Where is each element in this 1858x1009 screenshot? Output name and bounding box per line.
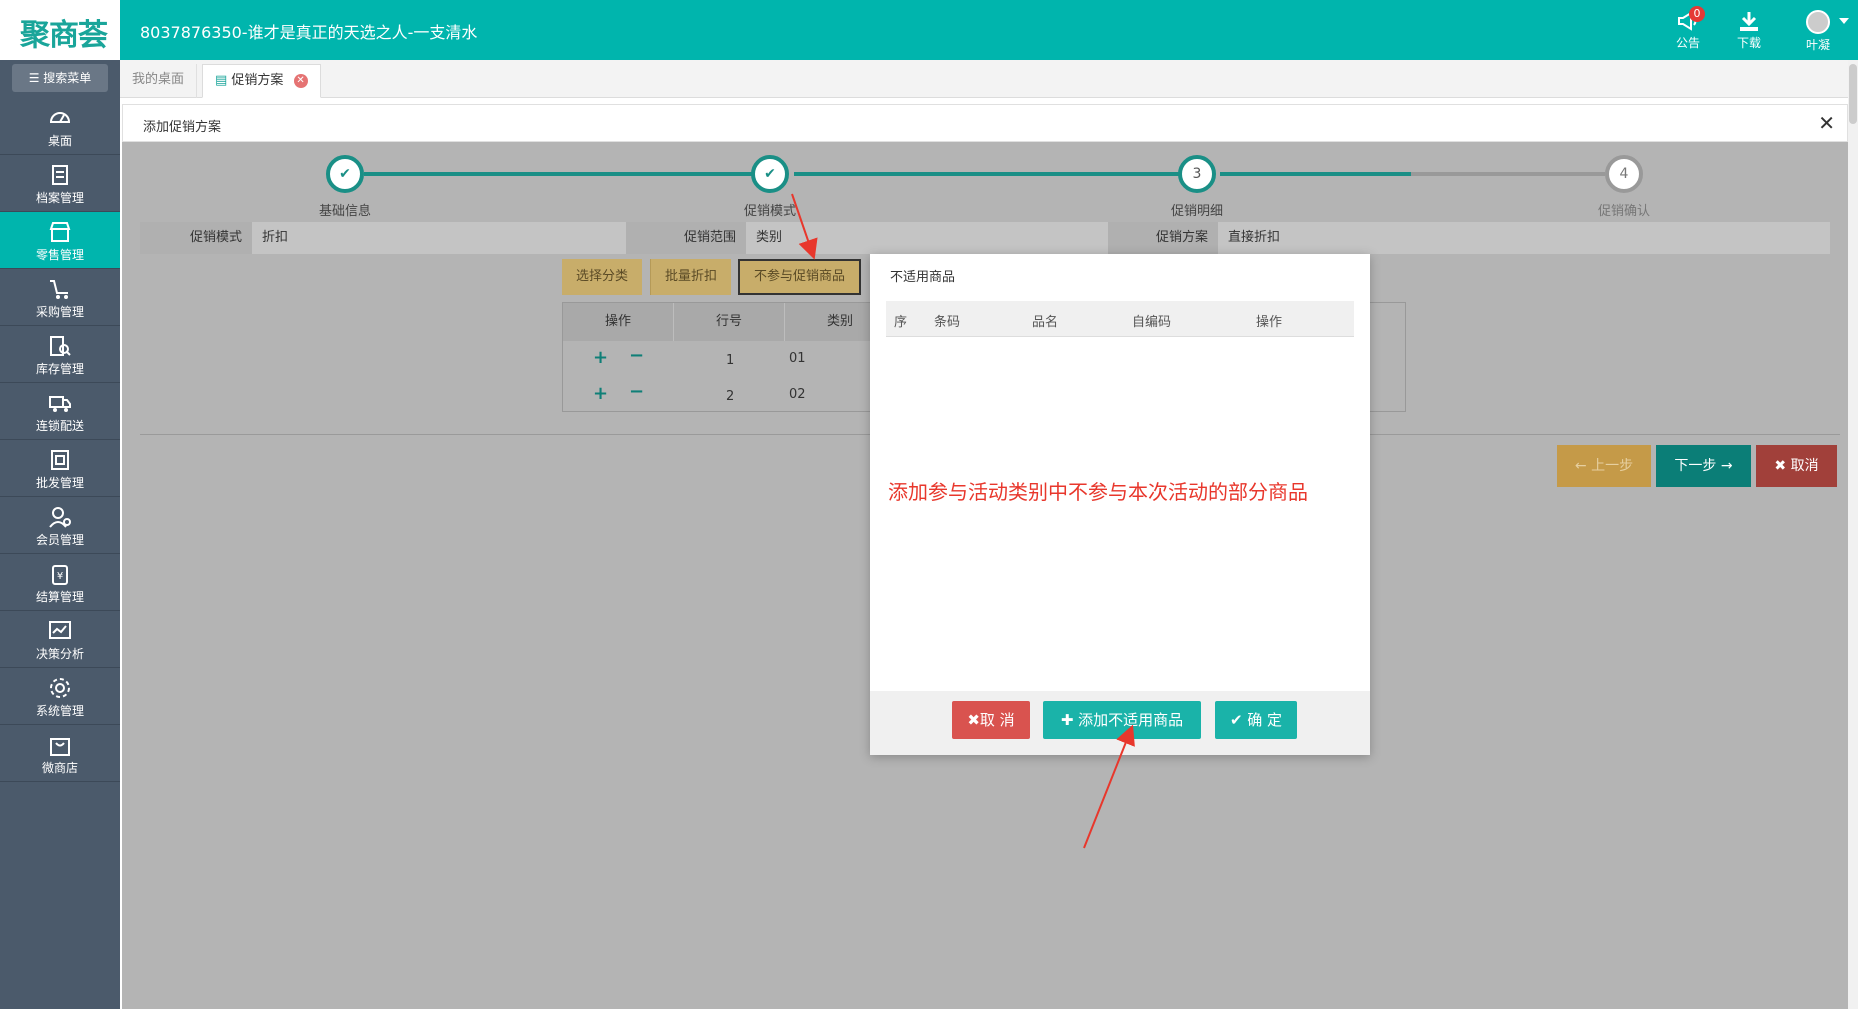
scrollbar[interactable]	[1848, 60, 1858, 1009]
annotation-arrows	[791, 193, 1135, 849]
scrollbar-thumb[interactable]	[1849, 64, 1857, 124]
arrow-to-excluded-button	[791, 193, 818, 260]
arrow-to-add-button	[1083, 724, 1135, 849]
